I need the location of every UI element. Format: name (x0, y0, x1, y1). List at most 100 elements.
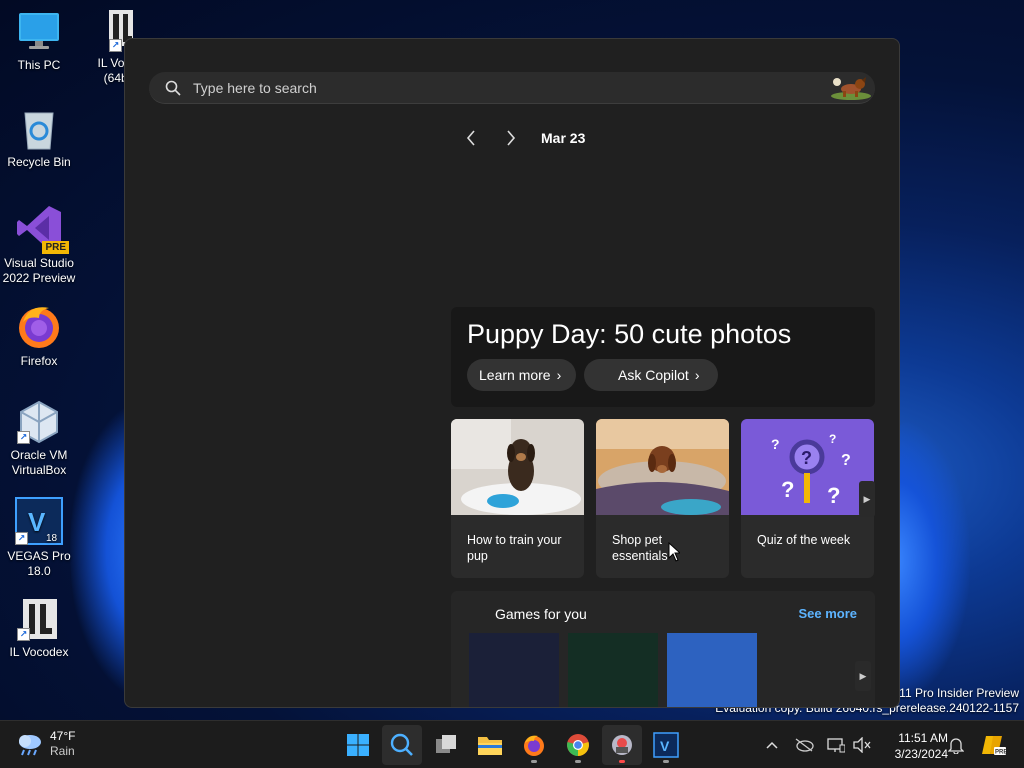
game-tile[interactable] (667, 633, 757, 707)
chevron-right-icon: › (694, 367, 700, 383)
card-train-pup[interactable]: How to train your pup (451, 419, 584, 578)
games-title: Games for you (495, 606, 587, 622)
show-hidden-icons-button[interactable] (761, 731, 783, 759)
svg-text:PRE: PRE (995, 750, 1006, 756)
firefox-icon (15, 302, 63, 350)
desktop-icon-label: Oracle VM VirtualBox (10, 448, 68, 477)
notifications-button[interactable] (945, 731, 967, 759)
svg-text:?: ? (827, 483, 840, 508)
see-more-link[interactable]: See more (798, 606, 857, 621)
desktop-icon-this-pc[interactable]: This PC (0, 10, 78, 73)
network-tray-button[interactable] (825, 731, 847, 759)
chrome-taskbar-button[interactable] (558, 725, 598, 765)
desktop-icon-label: This PC (17, 58, 61, 72)
search-icon (390, 733, 413, 756)
cloud-off-icon (795, 738, 814, 752)
running-indicator (531, 760, 537, 763)
copilot-icon: PRE (982, 736, 1006, 756)
current-date: Mar 23 (541, 130, 586, 146)
volume-tray-button[interactable] (851, 731, 873, 759)
copilot-button[interactable]: PRE (979, 731, 1007, 759)
date-navigator: Mar 23 (459, 127, 585, 149)
learn-more-button[interactable]: Learn more › (467, 359, 576, 391)
card-quiz-of-the-week[interactable]: ? ? ? ? ? ? Quiz of the week (741, 419, 874, 578)
weather-condition: Rain (50, 744, 75, 758)
game-tile[interactable] (469, 633, 559, 707)
clock-date: 3/23/2024 (894, 747, 948, 761)
search-box[interactable] (149, 72, 875, 104)
svg-text:V: V (28, 507, 46, 537)
desktop-icon-label: Firefox (20, 354, 58, 368)
file-explorer-button[interactable] (470, 725, 510, 765)
clock-time: 11:51 AM (898, 731, 948, 745)
desktop-icon-il-vocodex[interactable]: ↗ IL Vocodex (0, 597, 78, 660)
vegas-pro-taskbar-button[interactable]: V (646, 725, 686, 765)
il-vocodex-icon: ↗ (17, 597, 61, 641)
onedrive-tray-button[interactable] (793, 731, 815, 759)
weather-widget[interactable]: 47°F Rain (16, 729, 75, 759)
desktop-icon-vegas-pro[interactable]: V 18 ↗ VEGAS Pro 18.0 (0, 497, 78, 579)
visual-studio-icon: PRE (15, 204, 69, 254)
shortcut-arrow-icon: ↗ (17, 628, 30, 641)
desktop-icon-virtualbox[interactable]: ↗ Oracle VM VirtualBox (0, 400, 78, 478)
chevron-up-icon (766, 741, 778, 749)
chrome-icon (567, 734, 589, 756)
svg-text:V: V (660, 738, 670, 754)
vegas-pro-icon: V (653, 732, 679, 758)
virtualbox-icon: ↗ (17, 400, 61, 444)
taskbar-search-button[interactable] (382, 725, 422, 765)
bell-icon (948, 738, 964, 754)
desktop-icon-label: Recycle Bin (7, 155, 71, 169)
app-taskbar-button[interactable] (602, 725, 642, 765)
dachshund-photo (451, 419, 584, 515)
task-view-button[interactable] (426, 725, 466, 765)
games-scroll-right-button[interactable]: ▶ (855, 661, 871, 691)
search-panel: Mar 23 Puppy Day: 50 cute photos Learn m… (124, 38, 900, 708)
ask-copilot-button[interactable]: Ask Copilot › (584, 359, 718, 391)
svg-text:18: 18 (46, 533, 58, 544)
quiz-illustration: ? ? ? ? ? ? (741, 419, 874, 515)
clock[interactable]: 11:51 AM 3/23/2024 (878, 730, 948, 762)
running-indicator (619, 760, 625, 763)
search-icon (165, 80, 181, 96)
card-caption: Quiz of the week (757, 533, 851, 547)
running-indicator (575, 760, 581, 763)
task-view-icon (436, 735, 456, 753)
caret-right-icon: ▶ (859, 670, 867, 681)
desktop-icon-firefox[interactable]: Firefox (0, 302, 78, 369)
puppy-day-hero-card[interactable]: Puppy Day: 50 cute photos Learn more › A… (451, 307, 875, 407)
dog-in-bed-photo (596, 419, 729, 515)
windows-logo-icon (347, 734, 369, 756)
volume-muted-icon (853, 737, 871, 753)
desktop-icon-visual-studio[interactable]: PRE Visual Studio 2022 Preview (0, 204, 78, 286)
mouse-cursor-icon (668, 542, 680, 562)
shortcut-arrow-icon: ↗ (109, 39, 122, 52)
next-day-button[interactable] (499, 127, 523, 149)
desktop-icon-label: VEGAS Pro 18.0 (7, 549, 71, 578)
puppy-day-doodle-icon[interactable] (829, 72, 873, 102)
firefox-icon (524, 735, 544, 756)
card-shop-pet-essentials[interactable]: Shop pet essentials (596, 419, 729, 578)
folder-icon (478, 737, 502, 755)
learn-more-label: Learn more (479, 367, 551, 383)
previous-day-button[interactable] (459, 127, 483, 149)
chevron-right-icon (507, 130, 516, 146)
cards-scroll-right-button[interactable]: ▶ (859, 481, 875, 517)
chevron-right-icon: › (556, 367, 562, 383)
vegas-pro-icon: V 18 ↗ (15, 497, 63, 545)
firefox-taskbar-button[interactable] (514, 725, 554, 765)
svg-text:?: ? (829, 432, 836, 446)
search-input[interactable] (193, 78, 793, 98)
shortcut-arrow-icon: ↗ (17, 431, 30, 444)
chevron-left-icon (466, 130, 475, 146)
svg-text:?: ? (781, 477, 794, 502)
desktop-icon-recycle-bin[interactable]: Recycle Bin (0, 107, 78, 170)
game-tile[interactable] (568, 633, 658, 707)
desktop-icon-label: IL Vocodex (9, 645, 69, 659)
start-button[interactable] (338, 725, 378, 765)
recycle-bin-icon (17, 107, 61, 151)
app-icon (612, 735, 632, 755)
svg-text:?: ? (801, 448, 812, 468)
watermark-edition: s 11 Pro Insider Preview (889, 686, 1019, 700)
ask-copilot-label: Ask Copilot (618, 367, 689, 383)
